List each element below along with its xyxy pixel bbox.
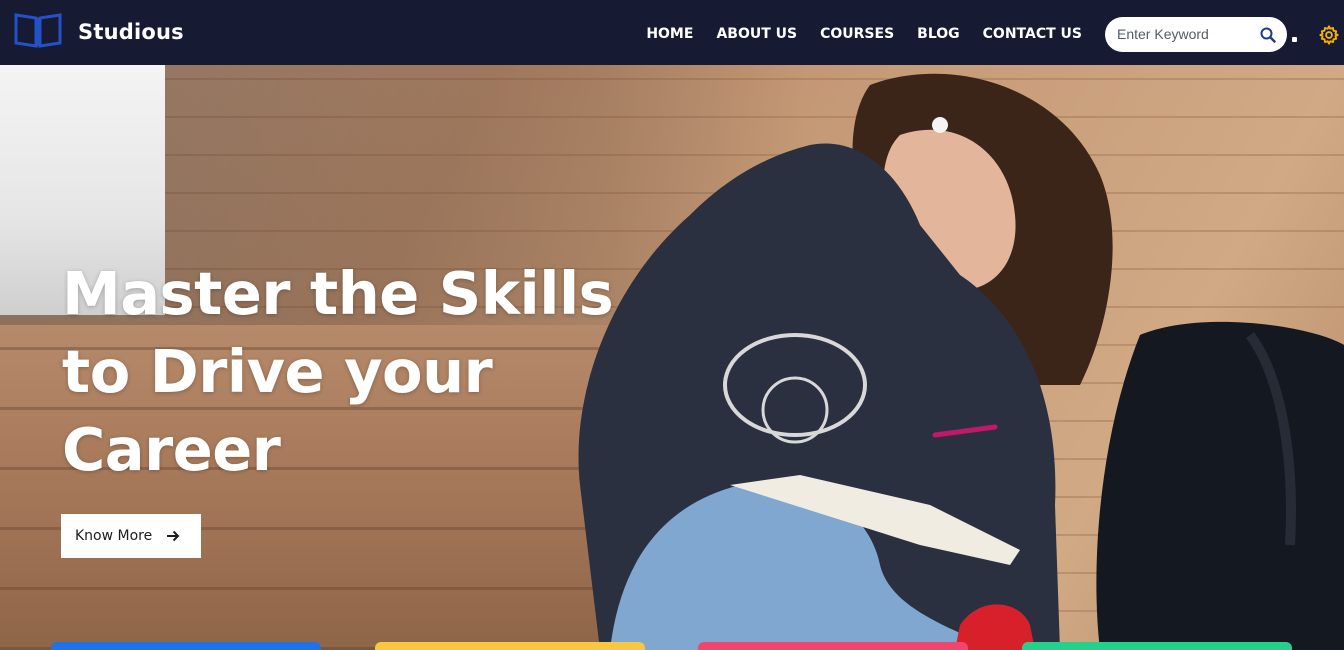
menu-dot bbox=[1292, 37, 1297, 42]
feature-card-yellow[interactable] bbox=[375, 642, 645, 650]
main-nav: HOME ABOUT US COURSES BLOG CONTACT US bbox=[623, 26, 1082, 42]
know-more-button[interactable]: Know More bbox=[61, 514, 201, 558]
feature-card-green[interactable] bbox=[1022, 642, 1292, 650]
hero-title: Master the Skills to Drive your Career bbox=[62, 255, 682, 489]
nav-blog[interactable]: BLOG bbox=[917, 26, 960, 42]
search-icon[interactable] bbox=[1259, 26, 1277, 44]
arrow-right-icon bbox=[167, 530, 180, 542]
search-input[interactable] bbox=[1117, 25, 1257, 43]
feature-card-blue[interactable] bbox=[51, 642, 321, 650]
backpack-photo bbox=[1096, 321, 1344, 650]
nav-home[interactable]: HOME bbox=[646, 26, 693, 42]
feature-cards bbox=[0, 642, 1344, 650]
nav-courses[interactable]: COURSES bbox=[820, 26, 894, 42]
nav-about-us[interactable]: ABOUT US bbox=[716, 26, 797, 42]
search-box bbox=[1105, 17, 1287, 52]
hero-title-line-1: Master the Skills bbox=[62, 259, 614, 328]
gear-icon[interactable] bbox=[1318, 24, 1340, 46]
open-book-icon[interactable] bbox=[14, 12, 62, 48]
brand-name[interactable]: Studious bbox=[78, 20, 184, 44]
feature-card-pink[interactable] bbox=[698, 642, 968, 650]
hero-banner: Master the Skills to Drive your Career K… bbox=[0, 65, 1344, 650]
hero-title-line-3: Career bbox=[62, 415, 281, 484]
navbar: Studious HOME ABOUT US COURSES BLOG CONT… bbox=[0, 0, 1344, 65]
nav-contact-us[interactable]: CONTACT US bbox=[983, 26, 1082, 42]
hero-title-line-2: to Drive your bbox=[62, 337, 493, 406]
know-more-label: Know More bbox=[75, 528, 153, 544]
